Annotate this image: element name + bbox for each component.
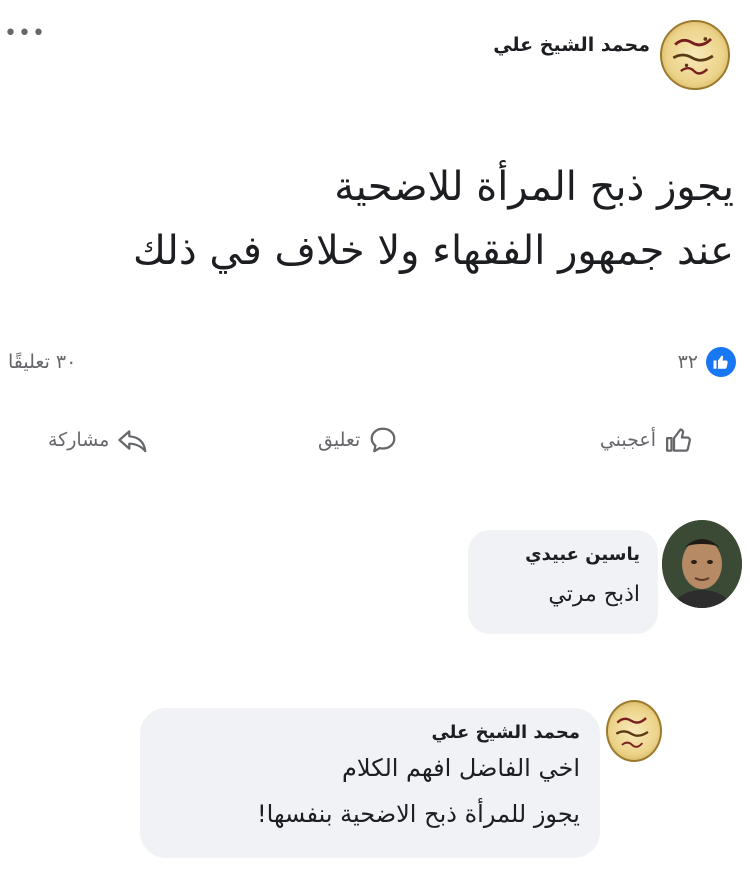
profile-photo-icon [662,520,742,608]
calligraphy-logo-icon [672,37,714,75]
reply-author-avatar[interactable] [606,700,662,762]
reply-text: اخي الفاضل افهم الكلام يجوز للمرأة ذبح ا… [160,745,580,837]
like-reaction-icon [706,347,736,377]
reactions-summary: ٣٢ ٣٠ تعليقًا [0,345,750,385]
share-button-label: مشاركة [48,429,110,451]
post-text: يجوز ذبح المرأة للاضحية عند جمهور الفقها… [34,155,734,283]
thumbs-up-icon [666,428,691,452]
more-options-button[interactable]: ••• [4,23,48,48]
reply-bubble: محمد الشيخ علي اخي الفاضل افهم الكلام يج… [140,708,600,858]
post-actions: أعجبني تعليق مشاركة [0,425,750,469]
post-author-name[interactable]: محمد الشيخ علي [493,34,650,56]
like-button-label: أعجبني [599,429,656,451]
post-line: يجوز ذبح المرأة للاضحية [334,164,734,210]
comment-bubble: ياسين عبيدي اذبح مرتي [468,530,658,634]
reply-line: يجوز للمرأة ذبح الاضحية بنفسها! [257,800,580,828]
comment-button-label: تعليق [318,429,361,451]
post-header: ••• محمد الشيخ علي [0,0,750,110]
comment-button[interactable]: تعليق [318,425,398,455]
calligraphy-logo-icon [615,717,649,748]
comment-text: اذبح مرتي [548,582,640,607]
comment-author[interactable]: ياسين عبيدي [486,544,640,565]
share-arrow-icon [118,430,147,453]
commenter-avatar[interactable] [662,520,742,608]
comments-count[interactable]: ٣٠ تعليقًا [8,351,76,373]
author-avatar[interactable] [660,20,730,90]
like-summary[interactable]: ٣٢ [678,347,736,377]
like-count: ٣٢ [677,351,698,373]
comment-bubble-icon [370,427,396,453]
reply-line: اخي الفاضل افهم الكلام [342,754,580,782]
share-button[interactable]: مشاركة [48,425,149,455]
like-button[interactable]: أعجبني [600,425,694,455]
post-line: عند جمهور الفقهاء ولا خلاف في ذلك [132,228,734,274]
reply-author[interactable]: محمد الشيخ علي [160,722,580,743]
